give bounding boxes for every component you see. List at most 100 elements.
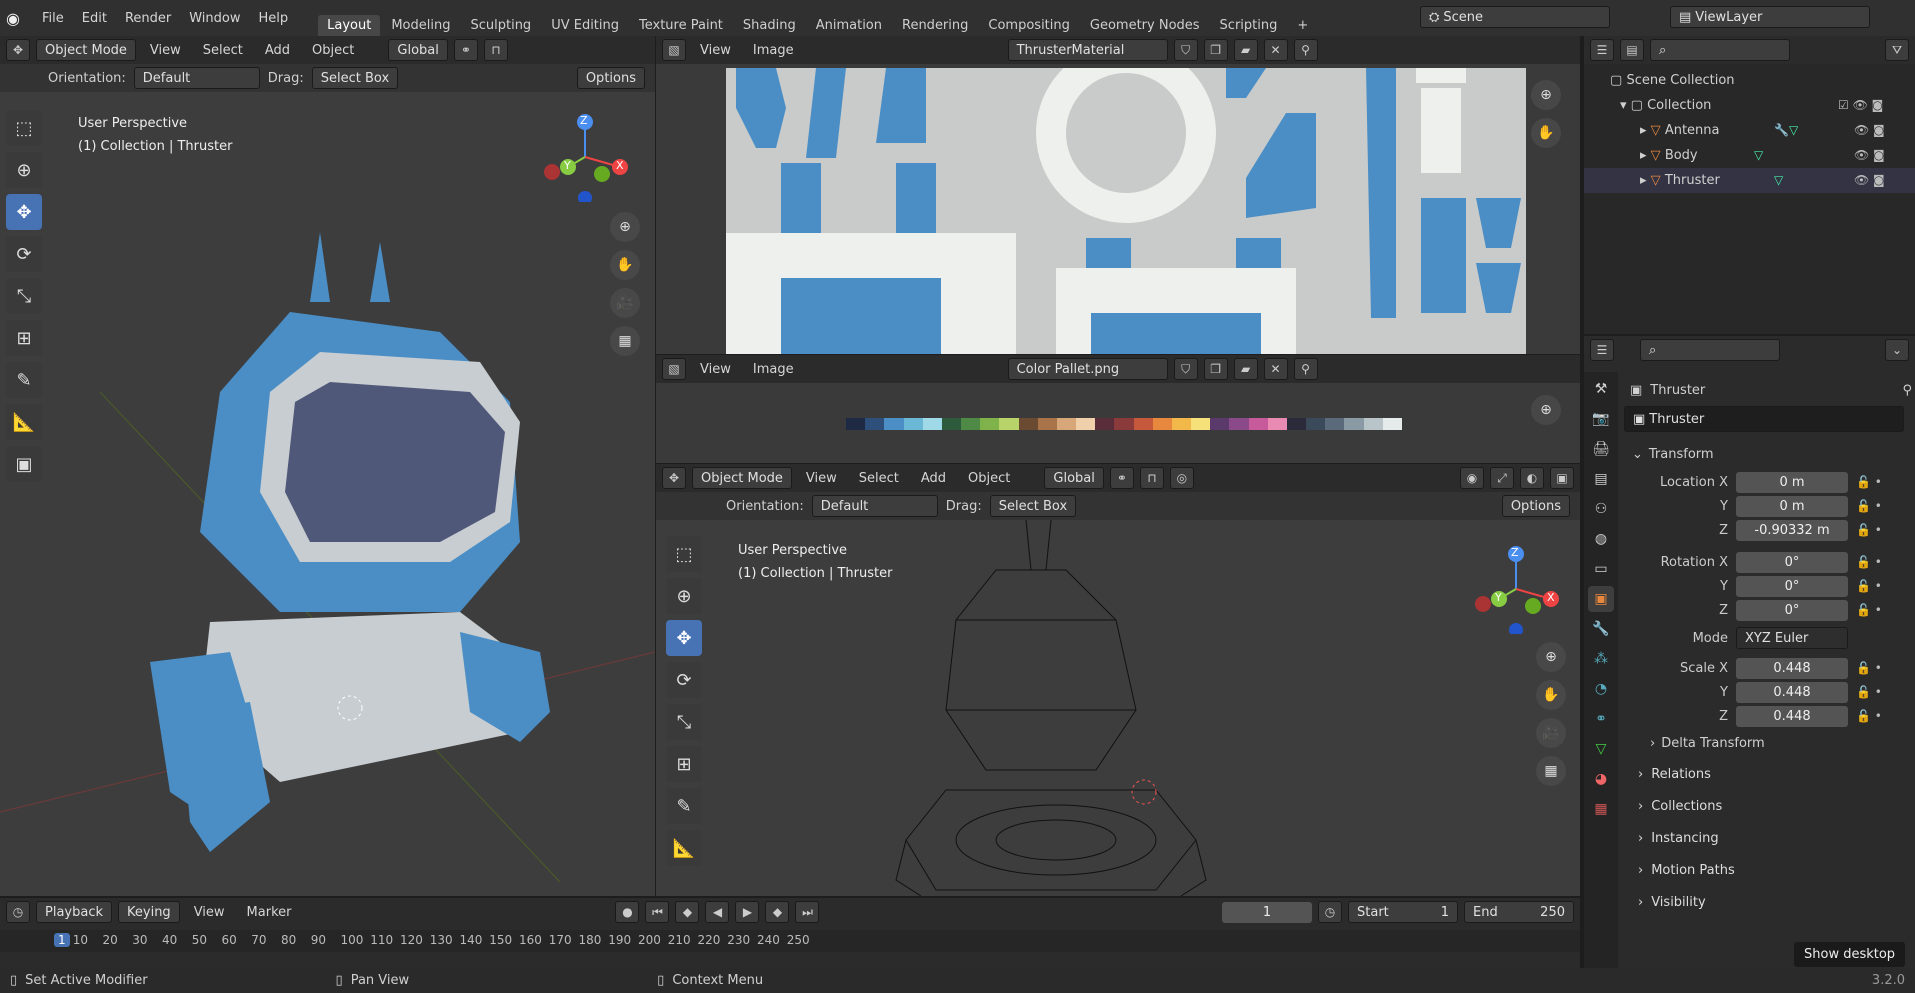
navigation-gizmo[interactable]: Z X Y <box>540 112 630 205</box>
menu-image[interactable]: Image <box>745 41 802 60</box>
constraints-tab-icon[interactable]: ⚭ <box>1588 706 1614 732</box>
menu-view[interactable]: View <box>692 360 739 379</box>
transform-space-dropdown[interactable]: Global <box>388 39 448 61</box>
collections-panel[interactable]: › Collections <box>1624 790 1912 822</box>
next-key-icon[interactable]: ◆ <box>765 901 790 923</box>
pin-icon[interactable]: ⚲ <box>1293 39 1318 61</box>
editor-type-icon[interactable]: ◷ <box>6 901 30 923</box>
image-selector[interactable]: Color Pallet.png <box>1007 358 1168 380</box>
location-y-field[interactable]: 0 m <box>1736 495 1848 517</box>
menu-help[interactable]: Help <box>251 9 297 28</box>
particles-tab-icon[interactable]: ⁂ <box>1588 646 1614 672</box>
world-tab-icon[interactable]: ◍ <box>1588 526 1614 552</box>
motion-paths-panel[interactable]: › Motion Paths <box>1624 854 1912 886</box>
snap-icon[interactable]: ⊓ <box>1139 467 1164 489</box>
outliner-row-collection[interactable]: ▾ ▢ Collection ☑ 👁 ◙ <box>1584 93 1915 118</box>
tab-layout[interactable]: Layout <box>318 15 381 36</box>
menu-render[interactable]: Render <box>117 9 179 28</box>
visibility-icon[interactable]: ◉ <box>1460 467 1484 489</box>
menu-add[interactable]: Add <box>257 41 298 60</box>
data-tab-icon[interactable]: ▽ <box>1588 736 1614 762</box>
pan-hand-icon[interactable]: ✋ <box>1536 680 1566 710</box>
close-icon[interactable]: ✕ <box>1263 39 1288 61</box>
pan-hand-icon[interactable]: ✋ <box>1531 118 1561 148</box>
rotation-x-field[interactable]: 0° <box>1736 551 1848 573</box>
folder-icon[interactable]: ▰ <box>1233 39 1258 61</box>
menu-image[interactable]: Image <box>745 360 802 379</box>
tab-compositing[interactable]: Compositing <box>979 15 1079 36</box>
chevron-down-icon[interactable]: ⌄ <box>1885 339 1909 361</box>
outliner-row-body[interactable]: ▸ ▽ Body ▽ 👁 ◙ <box>1584 143 1915 168</box>
xray-icon[interactable]: ▣ <box>1550 467 1574 489</box>
lock-icon[interactable]: 🔓 • <box>1856 685 1882 699</box>
play-icon[interactable]: ▶ <box>735 901 760 923</box>
end-frame-field[interactable]: End 250 <box>1464 901 1574 923</box>
outliner-row-thruster[interactable]: ▸ ▽ Thruster ▽ 👁 ◙ <box>1584 168 1915 193</box>
menu-select[interactable]: Select <box>851 469 907 488</box>
camera-icon[interactable]: 🎥 <box>610 288 640 318</box>
eye-icon[interactable]: 👁 ◙ <box>1854 143 1885 168</box>
viewport-right[interactable]: ✥ Object Mode View Select Add Object Glo… <box>656 464 1580 896</box>
navigation-gizmo-right[interactable]: Z X Y <box>1471 544 1561 637</box>
playback-menu[interactable]: Playback <box>36 901 113 923</box>
options-button[interactable]: Options <box>576 67 645 89</box>
viewport-left[interactable]: ✥ Object Mode View Select Add Object Glo… <box>0 36 655 896</box>
output-tab-icon[interactable]: 🖨 <box>1588 436 1614 462</box>
tab-shading[interactable]: Shading <box>734 15 805 36</box>
checkbox-icon[interactable]: ☑ 👁 ◙ <box>1838 93 1883 118</box>
grid-icon[interactable]: ▦ <box>1536 756 1566 786</box>
tab-texture-paint[interactable]: Texture Paint <box>630 15 732 36</box>
rotation-mode-dropdown[interactable]: XYZ Euler <box>1736 627 1848 649</box>
menu-marker[interactable]: Marker <box>239 903 300 922</box>
render-tab-icon[interactable]: 📷 <box>1588 406 1614 432</box>
tool-tab-icon[interactable]: ⚒ <box>1588 376 1614 402</box>
scale-x-field[interactable]: 0.448 <box>1736 657 1848 679</box>
zoom-icon[interactable]: ⊕ <box>1536 642 1566 672</box>
pin-icon[interactable]: ⚲ <box>1902 383 1912 398</box>
tab-sculpting[interactable]: Sculpting <box>461 15 540 36</box>
menu-view[interactable]: View <box>692 41 739 60</box>
jump-end-icon[interactable]: ⏭ <box>795 901 820 923</box>
menu-view[interactable]: View <box>186 903 233 922</box>
scale-y-field[interactable]: 0.448 <box>1736 681 1848 703</box>
record-icon[interactable]: ● <box>615 901 640 923</box>
tab-uv-editing[interactable]: UV Editing <box>542 15 628 36</box>
tab-animation[interactable]: Animation <box>807 15 891 36</box>
display-mode-icon[interactable]: ▤ <box>1620 39 1644 61</box>
lock-icon[interactable]: 🔓 • <box>1856 523 1882 537</box>
camera-icon[interactable]: 🎥 <box>1536 718 1566 748</box>
image-editor-top[interactable]: ▧ View Image ThrusterMaterial ⛉ ❐ ▰ ✕ ⚲ … <box>656 36 1580 354</box>
filter-icon[interactable]: ⛛ <box>1885 39 1909 61</box>
editor-type-icon[interactable]: ✥ <box>6 39 30 61</box>
view-layer-selector[interactable]: ▤ ViewLayer <box>1670 6 1870 28</box>
shield-icon[interactable]: ⛉ <box>1173 39 1198 61</box>
lock-icon[interactable]: 🔓 • <box>1856 603 1882 617</box>
outliner-search-input[interactable]: ⌕ <box>1650 39 1790 61</box>
properties-search-input[interactable]: ⌕ <box>1640 339 1780 361</box>
grid-icon[interactable]: ▦ <box>610 326 640 356</box>
shield-icon[interactable]: ⛉ <box>1173 358 1198 380</box>
zoom-icon[interactable]: ⊕ <box>610 212 640 242</box>
snap-icon[interactable]: ⊓ <box>483 39 508 61</box>
delta-transform-subpanel[interactable]: › Delta Transform <box>1624 728 1912 758</box>
scene-tab-icon[interactable]: ⚇ <box>1588 496 1614 522</box>
menu-view[interactable]: View <box>142 41 189 60</box>
object-name-field[interactable]: ▣ Thruster <box>1624 406 1904 432</box>
collection-tab-icon[interactable]: ▭ <box>1588 556 1614 582</box>
transform-panel-header[interactable]: ⌄ Transform <box>1624 438 1912 470</box>
tab-scripting[interactable]: Scripting <box>1211 15 1287 36</box>
options-button[interactable]: Options <box>1501 495 1570 517</box>
orientation-dropdown[interactable]: Default <box>811 495 938 517</box>
relations-panel[interactable]: › Relations <box>1624 758 1912 790</box>
lock-icon[interactable]: 🔓 • <box>1856 661 1882 675</box>
material-tab-icon[interactable]: ◕ <box>1588 766 1614 792</box>
folder-icon[interactable]: ▰ <box>1233 358 1258 380</box>
instancing-panel[interactable]: › Instancing <box>1624 822 1912 854</box>
duplicate-icon[interactable]: ❐ <box>1203 358 1228 380</box>
editor-type-icon[interactable]: ✥ <box>662 467 686 489</box>
zoom-icon[interactable]: ⊕ <box>1531 395 1561 425</box>
menu-add[interactable]: Add <box>913 469 954 488</box>
lock-icon[interactable]: 🔓 • <box>1856 555 1882 569</box>
gizmo-toggle-icon[interactable]: ⤢ <box>1490 467 1514 489</box>
clock-icon[interactable]: ◷ <box>1318 901 1342 923</box>
